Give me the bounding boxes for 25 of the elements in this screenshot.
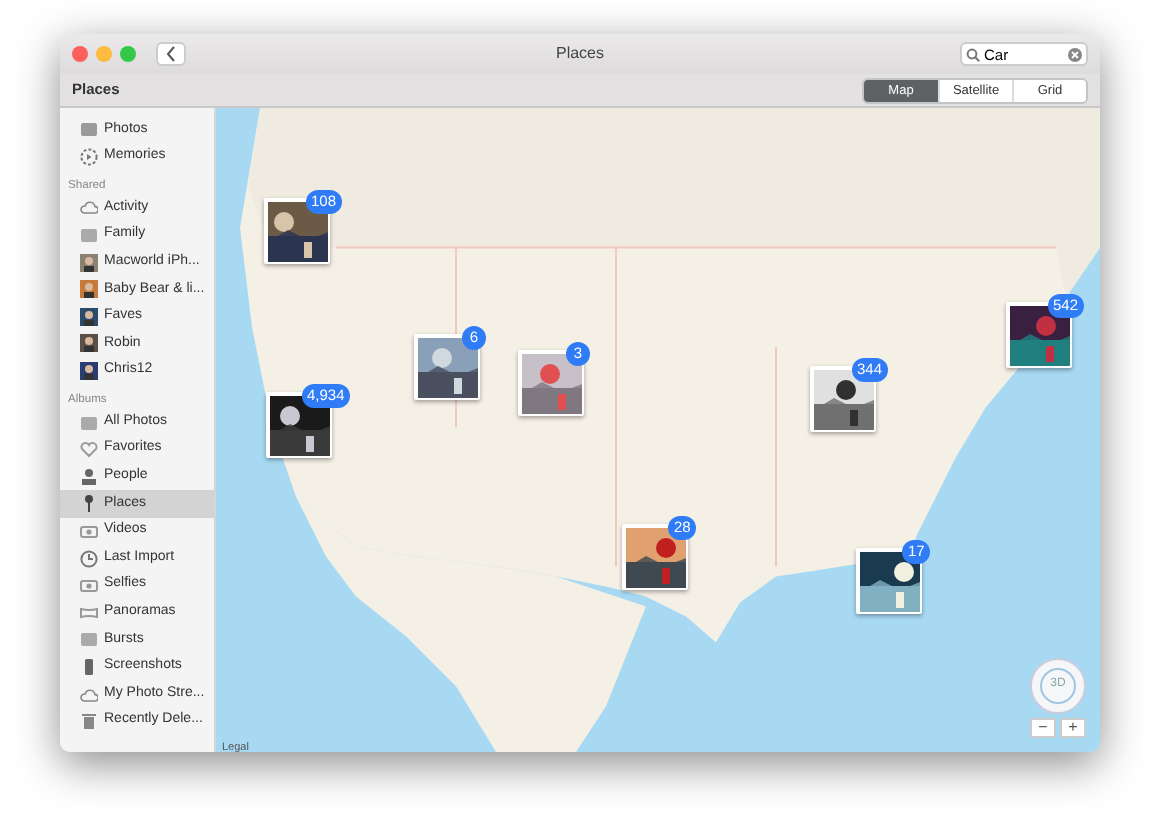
album-icon: [80, 120, 98, 139]
window-title: Places: [555, 44, 604, 62]
heart-icon: [80, 440, 98, 459]
camera-icon: [80, 576, 98, 595]
back-button[interactable]: [156, 42, 186, 66]
album-icon: [80, 226, 98, 245]
album-icon: [80, 413, 98, 432]
person-icon: [80, 467, 98, 486]
clear-icon[interactable]: [1068, 47, 1082, 61]
camera-icon: [80, 522, 98, 541]
avatar-icon: [80, 253, 98, 272]
avatar-icon: [80, 307, 98, 326]
cloud-icon: [80, 198, 98, 217]
chevron-left-icon: [166, 46, 176, 62]
panorama-icon: [80, 603, 98, 622]
phone-icon: [80, 657, 98, 676]
cloud-icon: [80, 685, 98, 704]
trash-icon: [80, 712, 98, 731]
album-icon: [80, 630, 98, 649]
clock-icon: [80, 549, 98, 568]
avatar-icon: [80, 280, 98, 299]
pin-icon: [80, 494, 98, 513]
avatar-icon: [80, 334, 98, 353]
memories-icon: [80, 147, 98, 166]
avatar-icon: [80, 362, 98, 381]
